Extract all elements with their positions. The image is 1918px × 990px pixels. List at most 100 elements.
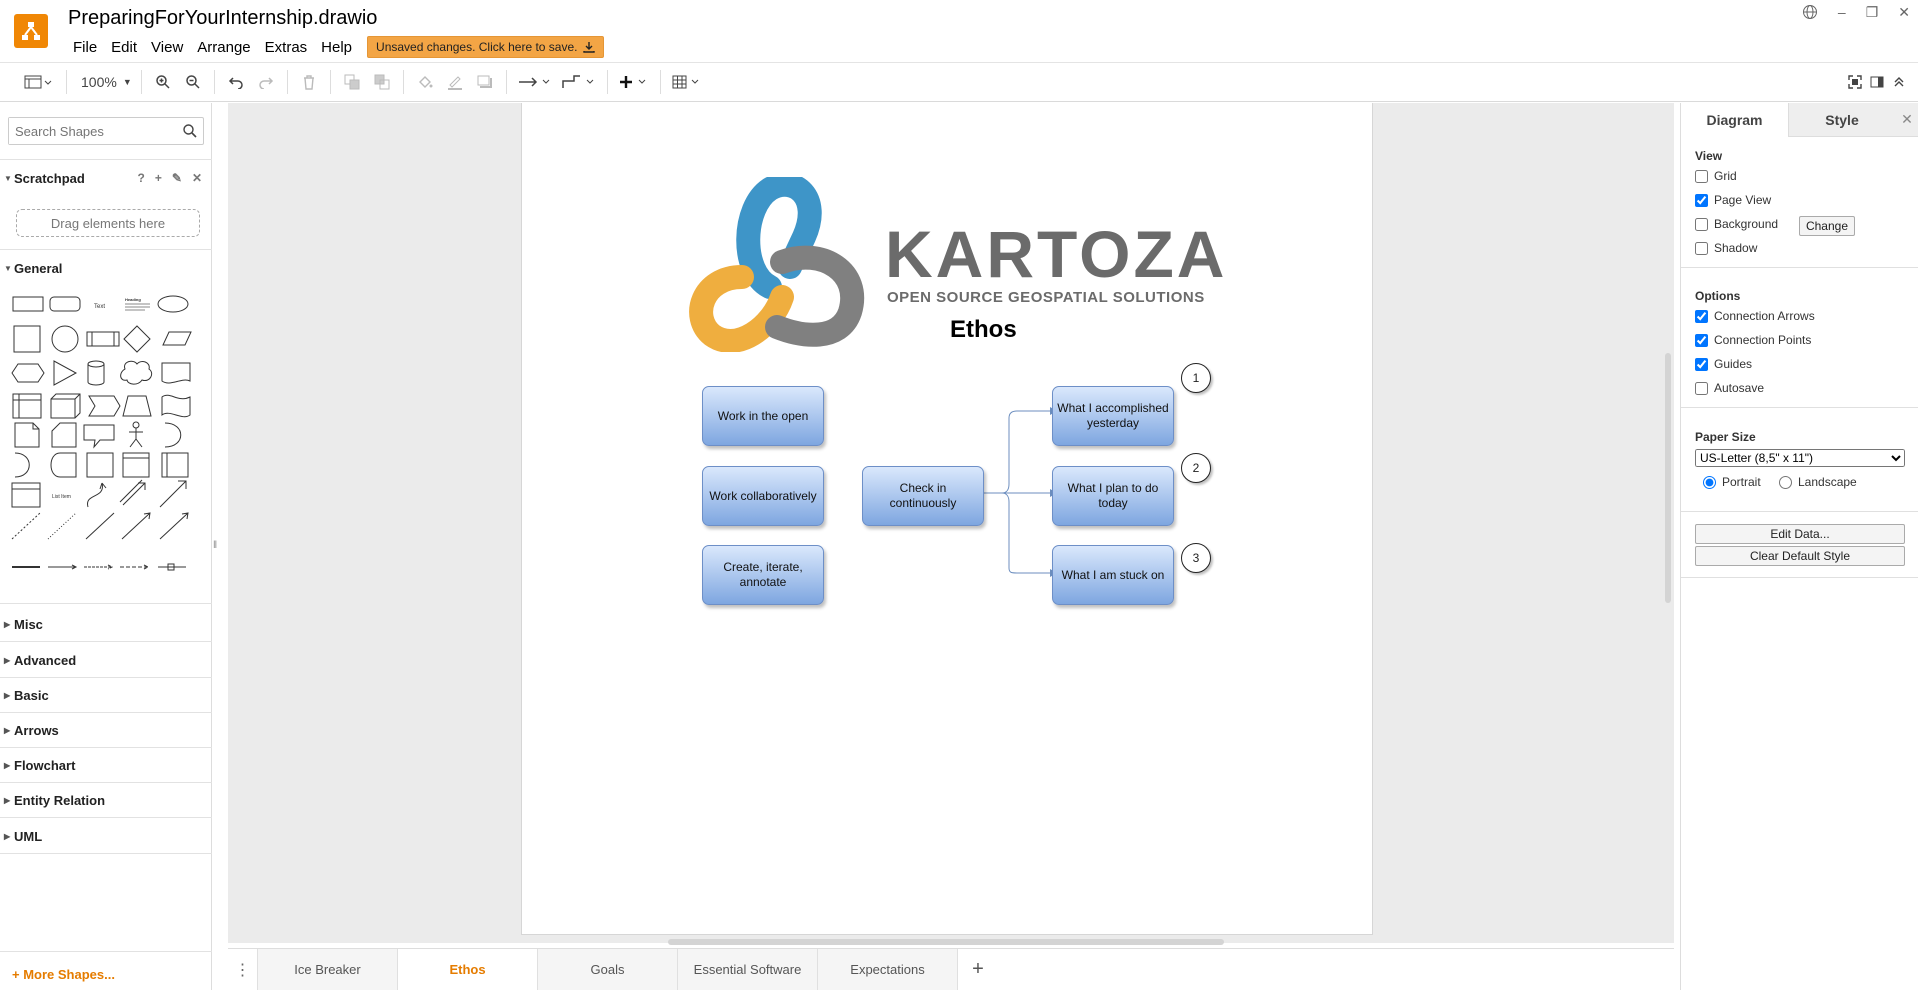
clear-default-style-button[interactable]: Clear Default Style xyxy=(1695,546,1905,566)
collapse-toolbar-button[interactable] xyxy=(1888,68,1910,96)
menu-extras[interactable]: Extras xyxy=(258,39,315,56)
node-what-i-plan-to-do-today[interactable]: What I plan to do today xyxy=(1052,466,1174,526)
to-front-button[interactable] xyxy=(337,68,367,96)
landscape-option[interactable]: Landscape xyxy=(1779,475,1857,489)
menu-arrange[interactable]: Arrange xyxy=(190,39,257,56)
general-shapes-palette[interactable]: Text Heading List Item xyxy=(10,293,206,593)
tab-style[interactable]: Style xyxy=(1788,103,1895,137)
zoom-in-button[interactable] xyxy=(148,68,178,96)
edit-data-button[interactable]: Edit Data... xyxy=(1695,524,1905,544)
maximize-icon[interactable]: ❐ xyxy=(1866,4,1879,23)
undo-button[interactable] xyxy=(221,68,251,96)
grid-checkbox[interactable] xyxy=(1695,169,1708,183)
more-shapes-button[interactable]: + More Shapes... xyxy=(12,967,115,982)
portrait-radio[interactable] xyxy=(1703,475,1716,489)
connection-points-checkbox[interactable] xyxy=(1695,333,1708,347)
sidebar-resize-handle[interactable]: ‖ xyxy=(213,540,217,551)
sidebar-section-basic[interactable]: ▶ Basic xyxy=(0,680,212,710)
sidebar-section-entity-relation[interactable]: ▶ Entity Relation xyxy=(0,785,212,815)
view-format-button[interactable] xyxy=(16,68,60,96)
connection-style-button[interactable] xyxy=(513,68,557,96)
landscape-radio[interactable] xyxy=(1779,475,1792,489)
node-work-collaboratively[interactable]: Work collaboratively xyxy=(702,466,824,526)
tab-diagram[interactable]: Diagram xyxy=(1681,103,1788,137)
close-window-icon[interactable]: ✕ xyxy=(1898,4,1910,23)
sidebar-section-advanced[interactable]: ▶ Advanced xyxy=(0,645,212,675)
zoom-out-button[interactable] xyxy=(178,68,208,96)
page-view-checkbox[interactable] xyxy=(1695,193,1708,207)
general-header[interactable]: ▼ General xyxy=(0,253,212,283)
node-what-i-accomplished-yesterday[interactable]: What I accomplished yesterday xyxy=(1052,386,1174,446)
scratchpad-header[interactable]: ▼ Scratchpad ? + ✎ ✕ xyxy=(0,163,212,193)
step-marker-3[interactable]: 3 xyxy=(1181,543,1211,573)
autosave-option[interactable]: Autosave xyxy=(1695,381,1764,395)
to-back-button[interactable] xyxy=(367,68,397,96)
fill-color-button[interactable] xyxy=(410,68,440,96)
portrait-option[interactable]: Portrait xyxy=(1703,475,1761,489)
node-check-in-continuously[interactable]: Check in continuously xyxy=(862,466,984,526)
edit-icon[interactable]: ✎ xyxy=(172,171,182,185)
add-icon[interactable]: + xyxy=(155,171,162,185)
search-icon[interactable] xyxy=(183,124,197,138)
node-create-iterate-annotate[interactable]: Create, iterate, annotate xyxy=(702,545,824,605)
fullscreen-button[interactable] xyxy=(1844,68,1866,96)
line-color-button[interactable] xyxy=(440,68,470,96)
add-page-button[interactable]: + xyxy=(958,949,998,990)
zoom-select[interactable]: 100% ▼ xyxy=(73,68,135,96)
node-work-in-the-open[interactable]: Work in the open xyxy=(702,386,824,446)
tab-essential-software[interactable]: Essential Software xyxy=(678,949,818,990)
background-option[interactable]: Background xyxy=(1695,217,1778,231)
scratchpad-drop-zone[interactable]: Drag elements here xyxy=(16,209,200,237)
insert-button[interactable] xyxy=(614,68,654,96)
shadow-checkbox[interactable] xyxy=(1695,241,1708,255)
menu-file[interactable]: File xyxy=(66,39,104,56)
connection-arrows-option[interactable]: Connection Arrows xyxy=(1695,309,1815,323)
change-background-button[interactable]: Change xyxy=(1799,216,1855,236)
page-view-option[interactable]: Page View xyxy=(1695,193,1771,207)
autosave-checkbox[interactable] xyxy=(1695,381,1708,395)
grid-option[interactable]: Grid xyxy=(1695,169,1737,183)
connection-arrows-checkbox[interactable] xyxy=(1695,309,1708,323)
minimize-icon[interactable]: – xyxy=(1838,4,1846,23)
waypoints-button[interactable] xyxy=(557,68,601,96)
diagram-canvas[interactable]: KARTOZA OPEN SOURCE GEOSPATIAL SOLUTIONS… xyxy=(228,103,1674,945)
tab-expectations[interactable]: Expectations xyxy=(818,949,958,990)
connection-points-option[interactable]: Connection Points xyxy=(1695,333,1811,347)
step-marker-2[interactable]: 2 xyxy=(1181,453,1211,483)
globe-icon[interactable] xyxy=(1802,4,1818,23)
shadow-button[interactable] xyxy=(470,68,500,96)
table-button[interactable] xyxy=(667,68,707,96)
menu-edit[interactable]: Edit xyxy=(104,39,144,56)
document-title[interactable]: PreparingForYourInternship.drawio xyxy=(68,7,377,30)
sidebar-section-uml[interactable]: ▶ UML xyxy=(0,821,212,851)
format-panel-toggle[interactable] xyxy=(1866,68,1888,96)
tab-ice-breaker[interactable]: Ice Breaker xyxy=(258,949,398,990)
close-icon[interactable]: ✕ xyxy=(1895,103,1918,137)
menu-view[interactable]: View xyxy=(144,39,190,56)
unsaved-changes-button[interactable]: Unsaved changes. Click here to save. xyxy=(367,36,605,58)
help-icon[interactable]: ? xyxy=(138,171,145,185)
delete-button[interactable] xyxy=(294,68,324,96)
svg-text:Heading: Heading xyxy=(125,297,141,302)
edge-to-stuck xyxy=(984,492,1050,574)
tab-goals[interactable]: Goals xyxy=(538,949,678,990)
menu-help[interactable]: Help xyxy=(314,39,359,56)
guides-option[interactable]: Guides xyxy=(1695,357,1752,371)
close-icon[interactable]: ✕ xyxy=(192,171,202,185)
guides-checkbox[interactable] xyxy=(1695,357,1708,371)
node-what-i-am-stuck-on[interactable]: What I am stuck on xyxy=(1052,545,1174,605)
search-shapes-input[interactable] xyxy=(9,118,177,144)
pages-menu-icon[interactable]: ⋮ xyxy=(228,949,258,990)
background-checkbox[interactable] xyxy=(1695,217,1708,231)
sidebar-section-flowchart[interactable]: ▶ Flowchart xyxy=(0,750,212,780)
sidebar-section-misc[interactable]: ▶ Misc xyxy=(0,609,212,639)
tab-ethos[interactable]: Ethos xyxy=(398,949,538,990)
diagram-page[interactable]: KARTOZA OPEN SOURCE GEOSPATIAL SOLUTIONS… xyxy=(521,103,1373,935)
sidebar-section-arrows[interactable]: ▶ Arrows xyxy=(0,715,212,745)
vertical-scrollbar[interactable] xyxy=(1665,353,1671,603)
redo-button[interactable] xyxy=(251,68,281,96)
horizontal-scrollbar[interactable] xyxy=(668,939,1224,945)
paper-size-select[interactable]: US-Letter (8,5" x 11") xyxy=(1695,449,1905,467)
step-marker-1[interactable]: 1 xyxy=(1181,363,1211,393)
shadow-option[interactable]: Shadow xyxy=(1695,241,1757,255)
